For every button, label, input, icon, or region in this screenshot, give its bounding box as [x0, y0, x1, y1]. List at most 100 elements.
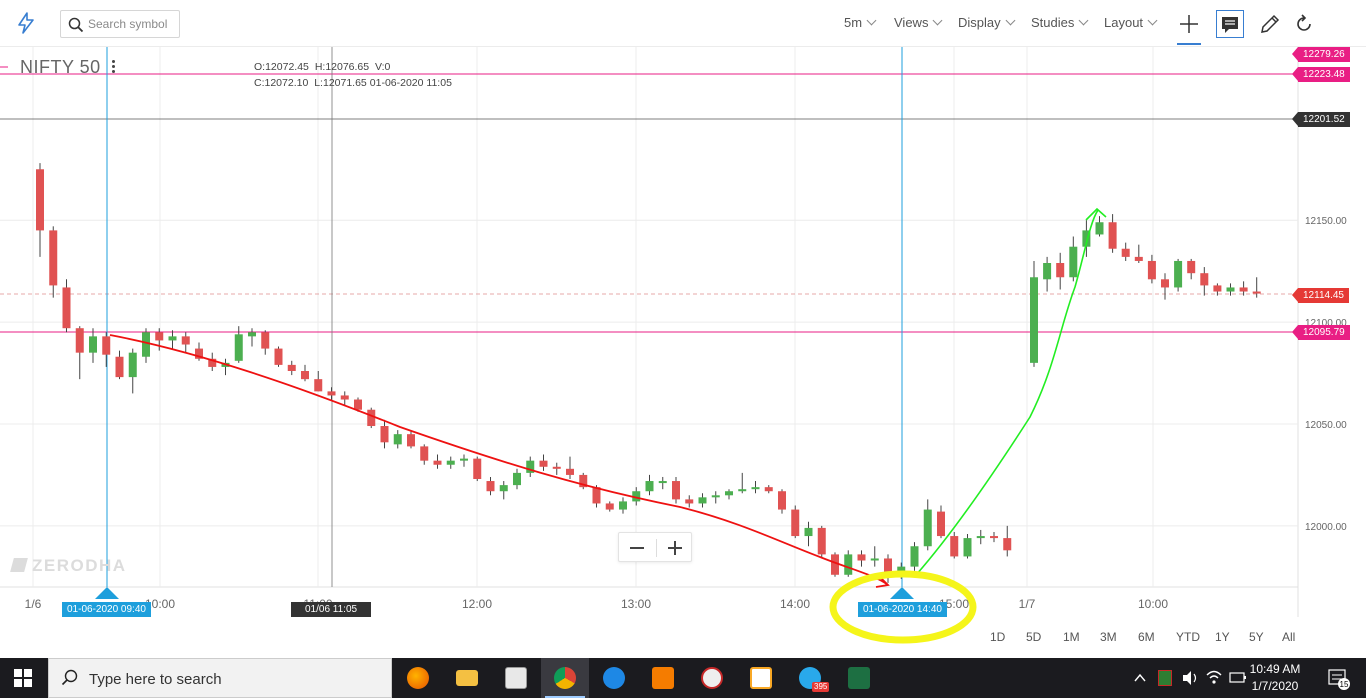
candle-body	[1134, 256, 1143, 261]
candle	[301, 364, 309, 382]
candle	[539, 454, 548, 471]
chevron-down-icon	[1147, 15, 1158, 26]
candle-body	[1174, 260, 1183, 288]
candle-body	[354, 399, 362, 410]
candle-body	[910, 546, 919, 567]
period-selector: 1D 5D 1M 3M 6M YTD 1Y 5Y All	[990, 630, 1306, 644]
candle-body	[420, 446, 429, 461]
price-chart[interactable]: 1/610:0011:0012:0013:0014:0015:001/710:0…	[0, 47, 1366, 658]
candle	[1252, 277, 1261, 298]
period-1m[interactable]: 1M	[1063, 630, 1100, 644]
candle	[1200, 267, 1209, 296]
candle-body	[738, 489, 747, 492]
high-value: H:12076.65	[314, 61, 370, 73]
media-player-app-icon[interactable]	[639, 658, 687, 698]
candle	[1121, 242, 1130, 261]
crosshair-button[interactable]	[1175, 10, 1203, 45]
zoom-out-button[interactable]	[619, 533, 655, 563]
datetime-value: 01-06-2020 11:05	[369, 77, 452, 89]
views-dropdown[interactable]: Views	[894, 15, 943, 30]
telegram-app-icon[interactable]: 395	[786, 658, 834, 698]
notifications-icon[interactable]: 15	[1326, 658, 1350, 698]
period-5d[interactable]: 5D	[1026, 630, 1063, 644]
candle-body	[407, 434, 415, 447]
wifi-icon[interactable]	[1204, 658, 1224, 698]
candle	[75, 326, 84, 380]
candle-body	[791, 509, 800, 537]
x-axis: 1/610:0011:0012:0013:0014:0015:001/710:0…	[25, 597, 1169, 611]
zoom-in-button[interactable]	[657, 533, 693, 563]
candle-body	[778, 491, 786, 510]
windows-taskbar: 395 10:49 AM 1/7/2020 15	[0, 658, 1366, 698]
period-3m[interactable]: 3M	[1100, 630, 1138, 644]
candle-body	[937, 511, 945, 537]
candle-body	[923, 509, 932, 547]
refresh-icon[interactable]	[1290, 10, 1318, 38]
period-1y[interactable]: 1Y	[1215, 630, 1249, 644]
paint-app-icon[interactable]	[688, 658, 736, 698]
candle	[460, 454, 468, 467]
candle	[1043, 256, 1052, 292]
left-line-marker	[95, 587, 119, 599]
chart-area[interactable]: 1/610:0011:0012:0013:0014:0015:001/710:0…	[0, 47, 1366, 658]
period-6m[interactable]: 6M	[1138, 630, 1176, 644]
candle	[870, 546, 879, 567]
candle-body	[857, 554, 866, 561]
interval-dropdown[interactable]: 5m	[844, 15, 877, 30]
candle-body	[261, 332, 270, 349]
period-1d[interactable]: 1D	[990, 630, 1026, 644]
search-input[interactable]	[88, 15, 176, 33]
period-5y[interactable]: 5Y	[1249, 630, 1282, 644]
display-dropdown[interactable]: Display	[958, 15, 1016, 30]
pencil-icon[interactable]	[1256, 10, 1284, 38]
more-options-icon[interactable]	[112, 60, 116, 76]
candle-body	[181, 336, 190, 345]
candle	[1069, 236, 1078, 282]
candle-body	[804, 527, 813, 537]
watermark-text: ZERODHA	[32, 556, 127, 575]
x-tick-label: 10:00	[1138, 597, 1168, 611]
candle	[923, 499, 932, 551]
edge-app-icon[interactable]	[590, 658, 638, 698]
candle	[817, 525, 826, 559]
candle-body	[764, 487, 773, 492]
search-icon	[68, 17, 84, 33]
taskbar-search-input[interactable]	[89, 669, 379, 689]
studies-dropdown[interactable]: Studies	[1031, 15, 1089, 30]
windows-start-icon[interactable]	[14, 669, 32, 687]
chrome-app-icon[interactable]	[541, 658, 589, 698]
ohlc-legend: O:12072.45 H:12076.65 V:0 C:12072.10 L:1…	[254, 59, 455, 91]
candle	[963, 534, 972, 559]
excel-app-icon[interactable]	[835, 658, 883, 698]
candle	[420, 444, 429, 465]
notepad-app-icon[interactable]	[492, 658, 540, 698]
candle	[685, 495, 694, 508]
volume-icon[interactable]	[1180, 658, 1200, 698]
period-all[interactable]: All	[1282, 630, 1306, 644]
lightning-icon[interactable]	[16, 12, 36, 34]
chart-app-icon[interactable]	[737, 658, 785, 698]
candle	[764, 485, 773, 494]
candle-body	[1121, 248, 1130, 257]
candle-body	[1056, 263, 1065, 278]
system-clock[interactable]: 10:49 AM 1/7/2020	[1240, 661, 1310, 695]
symbol-name[interactable]: NIFTY 50	[20, 57, 101, 78]
comment-button[interactable]	[1216, 10, 1244, 38]
candle-body	[1030, 277, 1038, 363]
candle	[1003, 525, 1012, 557]
candle-body	[725, 491, 733, 496]
y-tick-label: 12150.00	[1305, 216, 1347, 227]
file-explorer-app-icon[interactable]	[443, 658, 491, 698]
x-tick-label: 13:00	[621, 597, 651, 611]
period-ytd[interactable]: YTD	[1176, 630, 1215, 644]
app-tray-icon[interactable]	[1158, 670, 1172, 686]
candle	[711, 491, 720, 504]
chevron-up-icon[interactable]	[1132, 658, 1148, 698]
candle	[513, 468, 521, 490]
candle	[566, 456, 574, 479]
symbol-search-box[interactable]	[60, 10, 180, 38]
layout-dropdown[interactable]: Layout	[1104, 15, 1158, 30]
taskbar-search-box[interactable]	[48, 658, 392, 698]
firefox-app-icon[interactable]	[394, 658, 442, 698]
red-trend-line	[109, 334, 889, 586]
